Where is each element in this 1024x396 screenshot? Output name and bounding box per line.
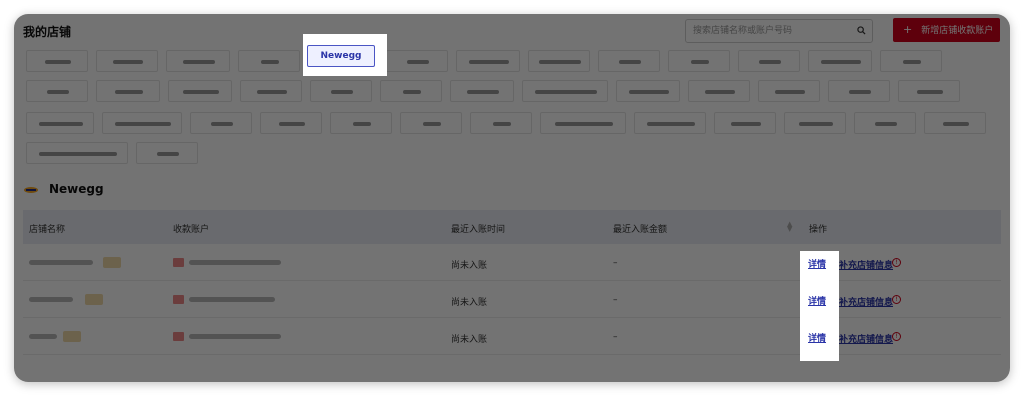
platform-chip[interactable] (540, 112, 626, 134)
platform-chip[interactable] (898, 80, 960, 102)
platform-chip[interactable] (168, 80, 232, 102)
platform-chip[interactable] (26, 142, 128, 164)
platform-chip[interactable] (386, 50, 448, 72)
platform-chip[interactable] (260, 112, 322, 134)
platform-chip[interactable] (808, 50, 872, 72)
newegg-logo-icon (24, 186, 38, 193)
platform-chip[interactable] (528, 50, 590, 72)
platform-chip[interactable] (102, 112, 182, 134)
platform-chip[interactable] (26, 80, 88, 102)
platform-chip[interactable] (880, 50, 942, 72)
column-header-last-amount: 最近入账金额 (613, 225, 668, 235)
platform-chip[interactable] (924, 112, 986, 134)
store-tag (103, 257, 121, 268)
last-amount: – (613, 258, 618, 268)
app-window: 我的店铺 搜索店铺名称或账户号码 + 新增店铺收款账户 Newegg 店铺名称 … (14, 14, 1010, 382)
info-icon[interactable]: ! (892, 295, 901, 304)
platform-chip[interactable] (136, 142, 198, 164)
table-row: 尚未入账 – 补充店铺信息 ! (23, 281, 1001, 318)
platform-chip-newegg[interactable]: Newegg (307, 45, 375, 67)
last-amount: – (613, 295, 618, 305)
platform-chip[interactable] (688, 80, 750, 102)
platform-chip[interactable] (714, 112, 776, 134)
platform-chip[interactable] (26, 112, 94, 134)
store-name-placeholder (29, 260, 93, 265)
last-time: 尚未入账 (451, 298, 488, 308)
platform-chip[interactable] (190, 112, 252, 134)
section-title: Newegg (49, 182, 104, 196)
supplement-info-link[interactable]: 补充店铺信息 (839, 295, 893, 308)
platform-chip[interactable] (240, 80, 302, 102)
flag-icon (173, 332, 184, 341)
column-header-account: 收款账户 (173, 225, 210, 235)
page-title: 我的店铺 (23, 25, 72, 39)
platform-chip[interactable] (784, 112, 846, 134)
store-tag (63, 331, 81, 342)
active-chip-spotlight: Newegg (303, 34, 387, 76)
supplement-info-link[interactable]: 补充店铺信息 (839, 332, 893, 345)
table-header: 店铺名称 收款账户 最近入账时间 最近入账金额 ▲ ▼ 操作 (23, 210, 1001, 244)
table-row: 尚未入账 – 补充店铺信息 ! (23, 244, 1001, 281)
platform-chip[interactable] (738, 50, 800, 72)
platform-chip[interactable] (522, 80, 608, 102)
search-icon[interactable] (857, 26, 866, 35)
platform-chip[interactable] (400, 112, 462, 134)
store-name-placeholder (29, 297, 73, 302)
store-name-placeholder (29, 334, 57, 339)
search-input[interactable]: 搜索店铺名称或账户号码 (685, 19, 873, 43)
column-header-last-time: 最近入账时间 (451, 225, 506, 235)
platform-chip[interactable] (668, 50, 730, 72)
account-placeholder (189, 260, 281, 265)
platform-chip[interactable] (616, 80, 680, 102)
info-icon[interactable]: ! (892, 258, 901, 267)
account-placeholder (189, 334, 281, 339)
store-tag (85, 294, 103, 305)
column-header-actions: 操作 (809, 225, 828, 235)
detail-link[interactable]: 详情 (808, 257, 826, 270)
flag-icon (173, 258, 184, 267)
last-time: 尚未入账 (451, 335, 488, 345)
supplement-info-link[interactable]: 补充店铺信息 (839, 258, 893, 271)
detail-link[interactable]: 详情 (808, 294, 826, 307)
add-store-account-button[interactable]: + 新增店铺收款账户 (893, 18, 1000, 42)
last-amount: – (613, 332, 618, 342)
flag-icon (173, 295, 184, 304)
section-header: Newegg (23, 182, 104, 196)
platform-chip[interactable] (450, 80, 514, 102)
platform-chip[interactable] (828, 80, 890, 102)
platform-chip[interactable] (456, 50, 520, 72)
table-row: 尚未入账 – 补充店铺信息 ! (23, 318, 1001, 355)
platform-chip[interactable] (96, 50, 158, 72)
platform-chip[interactable] (470, 112, 532, 134)
platform-chip[interactable] (758, 80, 820, 102)
sort-icon[interactable]: ▲ ▼ (787, 221, 792, 233)
info-icon[interactable]: ! (892, 332, 901, 341)
platform-chip[interactable] (166, 50, 230, 72)
platform-chip[interactable] (310, 80, 372, 102)
platform-chip[interactable] (26, 50, 88, 72)
add-store-account-label: 新增店铺收款账户 (921, 26, 994, 36)
platform-chip[interactable] (854, 112, 916, 134)
platform-chip[interactable] (96, 80, 160, 102)
column-header-store-name: 店铺名称 (29, 225, 66, 235)
account-placeholder (189, 297, 275, 302)
platform-chip[interactable] (330, 112, 392, 134)
platform-chip[interactable] (598, 50, 660, 72)
detail-links-spotlight: 详情 详情 详情 (800, 251, 839, 361)
search-placeholder: 搜索店铺名称或账户号码 (693, 26, 793, 36)
store-table: 店铺名称 收款账户 最近入账时间 最近入账金额 ▲ ▼ 操作 尚未入账 – 补充店… (23, 210, 1001, 355)
platform-chip[interactable] (634, 112, 706, 134)
plus-icon: + (903, 23, 913, 36)
platform-chip[interactable] (238, 50, 300, 72)
detail-link[interactable]: 详情 (808, 331, 826, 344)
platform-chip[interactable] (380, 80, 442, 102)
last-time: 尚未入账 (451, 261, 488, 271)
